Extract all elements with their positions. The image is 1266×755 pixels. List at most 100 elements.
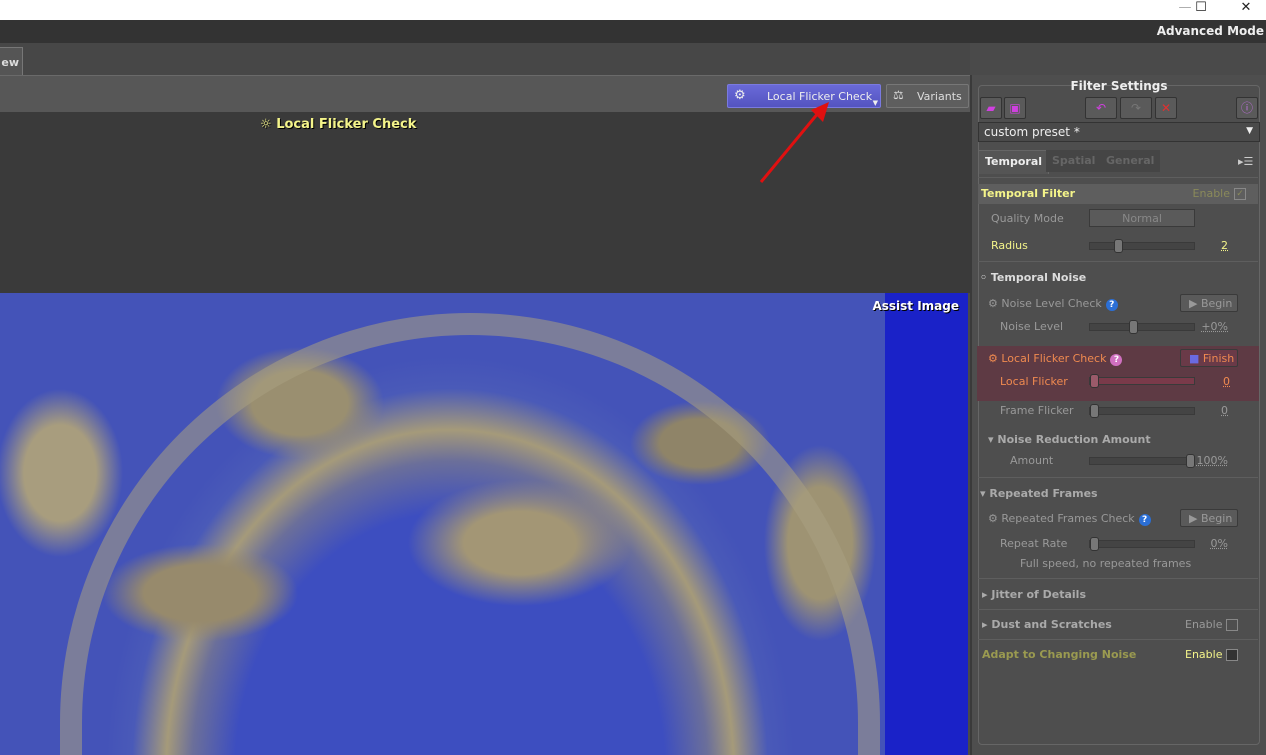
button-label: Finish xyxy=(1202,352,1235,365)
arch-texture xyxy=(60,313,880,755)
repeated-frames-header[interactable]: ▾ Repeated Frames xyxy=(980,487,1098,500)
repeated-begin-button[interactable]: ▶ Begin xyxy=(1180,509,1238,527)
noise-level-slider[interactable] xyxy=(1089,320,1195,334)
noise-begin-button[interactable]: ▶ Begin xyxy=(1180,294,1238,312)
preview-image[interactable]: Assist Image xyxy=(0,293,968,755)
label: Noise Level Check xyxy=(1001,297,1102,310)
enable-checkbox[interactable]: Enable ✓ xyxy=(1193,187,1246,200)
value[interactable]: 0 xyxy=(1221,404,1228,417)
gear-icon: ⚙ xyxy=(734,88,746,103)
dust-enable-checkbox[interactable]: Enable xyxy=(1185,618,1239,631)
repeat-rate-slider[interactable] xyxy=(1089,537,1195,551)
assist-image-strip xyxy=(885,293,968,755)
info-icon[interactable]: ⓘ xyxy=(1236,97,1258,119)
advanced-mode-link[interactable]: Advanced Mode xyxy=(1157,24,1264,38)
tab-spatial[interactable]: Spatial xyxy=(1046,150,1102,172)
value[interactable]: 0% xyxy=(1211,537,1228,550)
close-button[interactable]: ✕ xyxy=(1231,0,1261,20)
red-arrow-annotation xyxy=(759,102,829,183)
button-label: Begin xyxy=(1200,512,1233,525)
noise-reduction-header[interactable]: ▾ Noise Reduction Amount xyxy=(988,433,1151,446)
enable-label: Enable xyxy=(1185,648,1223,661)
label: Repeat Rate xyxy=(1000,537,1068,550)
redo-icon[interactable]: ↷ xyxy=(1120,97,1152,119)
noise-level-row: Noise Level +0% xyxy=(978,316,1258,338)
checkbox-box[interactable] xyxy=(1226,619,1239,631)
label: Frame Flicker xyxy=(1000,404,1074,417)
assist-image-label: Assist Image xyxy=(872,299,959,313)
frame-flicker-slider[interactable] xyxy=(1089,404,1195,418)
quality-mode-select[interactable]: Normal xyxy=(1089,209,1195,227)
stop-icon: ■ xyxy=(1189,352,1200,365)
repeated-check-row: ⚙ Repeated Frames Check? ▶ Begin xyxy=(978,508,1258,530)
temporal-noise-header[interactable]: ◦ Temporal Noise xyxy=(980,271,1086,284)
variants-button[interactable]: ⚖ Variants xyxy=(886,84,969,108)
radius-row: Radius 2 xyxy=(978,235,1258,257)
dust-header[interactable]: ▸ Dust and Scratches xyxy=(982,618,1112,631)
value[interactable]: 100% xyxy=(1197,454,1228,467)
section-title: Temporal Filter xyxy=(981,187,1076,200)
reset-icon[interactable]: ✕ xyxy=(1155,97,1177,119)
quality-mode-row: Quality Mode Normal xyxy=(978,208,1258,230)
undo-icon[interactable]: ↶ xyxy=(1085,97,1117,119)
section-title: Jitter of Details xyxy=(991,588,1086,601)
local-flicker-highlight: ⚙ Local Flicker Check? ■ Finish Local Fl… xyxy=(977,346,1259,401)
slider-handle[interactable] xyxy=(1129,320,1138,334)
section-title: Dust and Scratches xyxy=(991,618,1112,631)
adapt-enable-checkbox[interactable]: Enable xyxy=(1185,648,1239,661)
divider xyxy=(978,261,1258,262)
slider-handle[interactable] xyxy=(1186,454,1195,468)
divider xyxy=(978,177,1258,178)
tab-general[interactable]: General xyxy=(1100,150,1161,172)
local-flicker-slider[interactable] xyxy=(1089,374,1195,388)
label: Radius xyxy=(991,239,1028,252)
tab-preview[interactable]: ew xyxy=(0,47,23,75)
button-label: Begin xyxy=(1200,297,1233,310)
filter-settings-panel: Filter Settings ▰ ▣ ↶ ↷ ✕ ⓘ custom prese… xyxy=(970,75,1266,755)
open-preset-icon[interactable]: ▰ xyxy=(980,97,1002,119)
mode-bar: Advanced Mode xyxy=(0,20,1266,43)
radius-slider[interactable] xyxy=(1089,239,1195,253)
overlay-title-text: Local Flicker Check xyxy=(276,117,417,132)
label: Local Flicker xyxy=(1000,375,1068,388)
chevron-down-icon: ▼ xyxy=(1246,126,1253,136)
slider-handle[interactable] xyxy=(1090,374,1099,388)
button-label: Variants xyxy=(917,90,962,103)
preset-select[interactable]: custom preset * ▼ xyxy=(978,122,1260,142)
tab-bar: ew xyxy=(0,43,970,75)
help-icon[interactable]: ? xyxy=(1105,299,1118,311)
label: Local Flicker Check xyxy=(1001,352,1107,365)
section-title: Temporal Noise xyxy=(990,271,1087,284)
checkbox-box[interactable] xyxy=(1226,649,1239,661)
amount-slider[interactable] xyxy=(1089,454,1195,468)
maximize-button[interactable]: ☐ xyxy=(1186,0,1216,20)
noise-check-row: ⚙ Noise Level Check? ▶ Begin xyxy=(978,293,1258,315)
adapt-noise-title: Adapt to Changing Noise xyxy=(982,648,1137,661)
frame-flicker-row: Frame Flicker 0 xyxy=(978,400,1258,422)
label: Noise Level xyxy=(1000,320,1064,333)
dropdown-arrow-icon[interactable]: ▼ xyxy=(873,99,878,107)
value[interactable]: 0 xyxy=(1223,375,1230,388)
slider-handle[interactable] xyxy=(1114,239,1123,253)
help-icon[interactable]: ? xyxy=(1110,354,1123,366)
slider-handle[interactable] xyxy=(1090,404,1099,418)
label: Amount xyxy=(1010,454,1054,467)
checkmark-icon[interactable]: ✓ xyxy=(1234,188,1246,200)
slider-handle[interactable] xyxy=(1090,537,1099,551)
enable-label: Enable xyxy=(1185,618,1223,631)
value[interactable]: +0% xyxy=(1201,320,1228,333)
panel-menu-icon[interactable]: ▸☰ xyxy=(1238,155,1253,168)
help-icon[interactable]: ? xyxy=(1138,514,1151,526)
divider xyxy=(978,609,1258,610)
value[interactable]: 2 xyxy=(1221,239,1228,252)
section-title: Noise Reduction Amount xyxy=(997,433,1151,446)
save-preset-icon[interactable]: ▣ xyxy=(1004,97,1026,119)
finish-button[interactable]: ■ Finish xyxy=(1180,349,1238,367)
repeat-rate-row: Repeat Rate 0% xyxy=(978,533,1258,555)
tab-temporal[interactable]: Temporal xyxy=(978,150,1050,174)
divider xyxy=(978,477,1258,478)
amount-row: Amount 100% xyxy=(978,450,1258,472)
label: Quality Mode xyxy=(991,212,1064,225)
jitter-header[interactable]: ▸ Jitter of Details xyxy=(982,588,1086,601)
preset-value: custom preset * xyxy=(984,125,1080,139)
